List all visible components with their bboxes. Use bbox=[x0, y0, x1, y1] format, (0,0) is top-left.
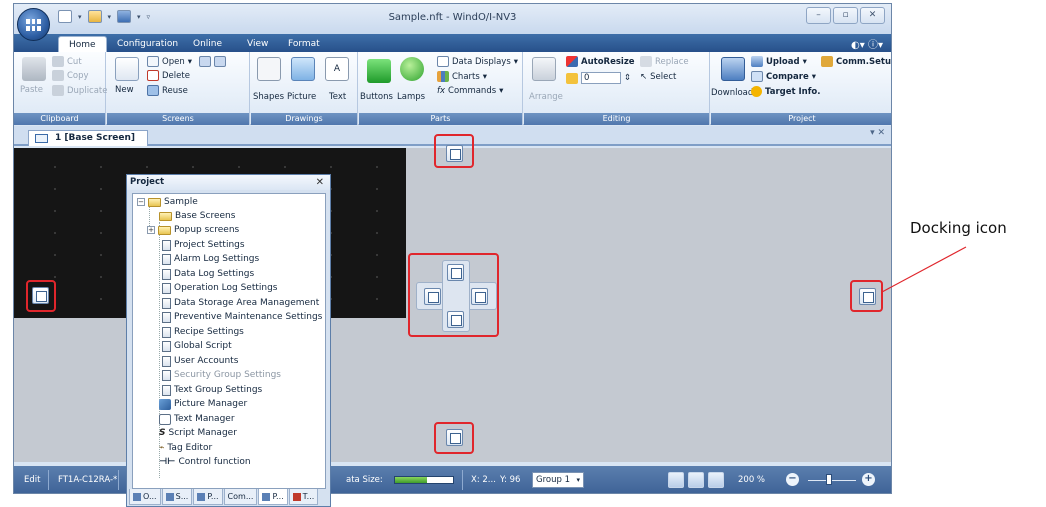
docking-icon-callout: Docking icon bbox=[910, 219, 1007, 237]
app-logo-icon bbox=[26, 18, 41, 31]
callout-line bbox=[881, 246, 967, 293]
application-menu-button[interactable] bbox=[17, 8, 50, 41]
callout-line-layer bbox=[881, 246, 967, 293]
